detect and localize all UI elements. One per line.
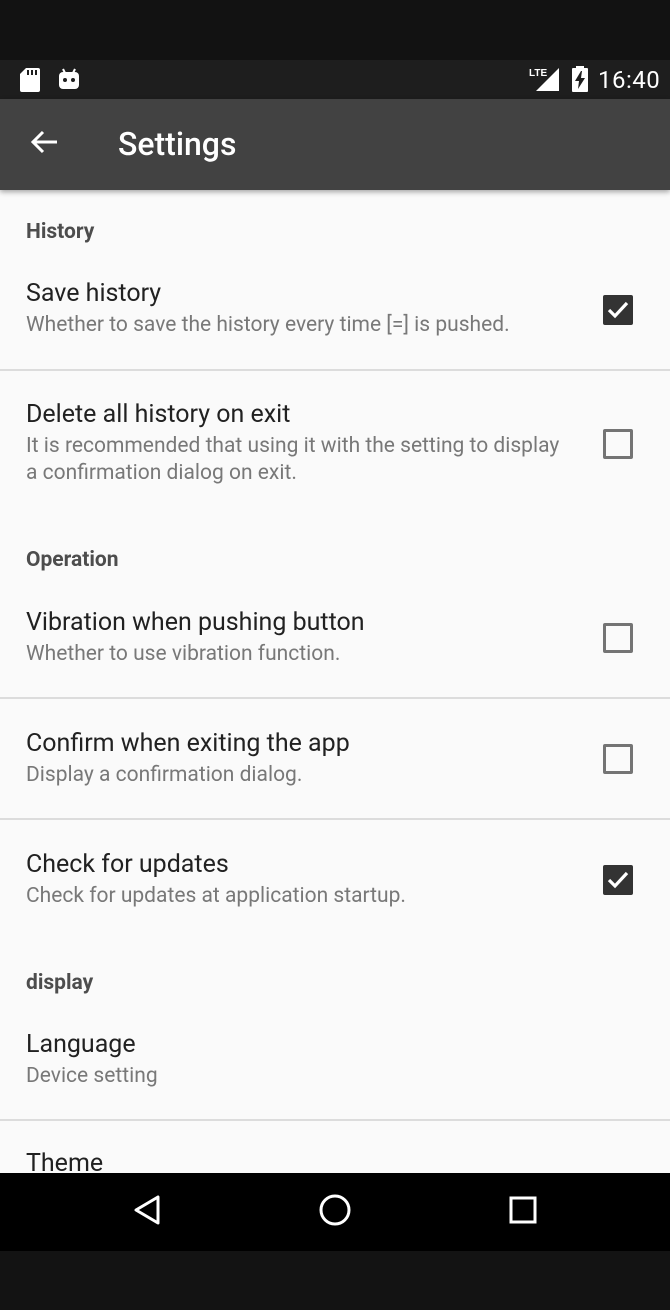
- divider: [0, 697, 670, 699]
- pref-title: Delete all history on exit: [26, 400, 291, 429]
- lte-label: LTE: [529, 68, 547, 79]
- bottom-band: [0, 1251, 670, 1310]
- settings-list[interactable]: History Save history Whether to save the…: [0, 190, 670, 1173]
- pref-vibration[interactable]: Vibration when pushing button Whether to…: [0, 607, 670, 697]
- screen: LTE 16:40 Settings History Save history …: [0, 0, 670, 1310]
- pref-title: Confirm when exiting the app: [26, 729, 350, 758]
- pref-title: Save history: [26, 279, 162, 308]
- save-history-checkbox[interactable]: [603, 295, 633, 325]
- recents-square-icon: [508, 1195, 538, 1229]
- pref-summary: Check for updates at application startup…: [26, 884, 406, 908]
- battery-charging-icon: [571, 66, 589, 96]
- pref-summary: Whether to save the history every time […: [26, 313, 510, 337]
- page-title: Settings: [118, 125, 237, 163]
- pref-summary: It is recommended that using it with the…: [26, 434, 560, 485]
- confirm-exit-checkbox[interactable]: [603, 744, 633, 774]
- category-operation: Operation: [26, 548, 119, 572]
- pref-title: Theme: [26, 1149, 104, 1173]
- back-button[interactable]: [16, 119, 72, 169]
- app-toolbar: Settings: [0, 99, 670, 190]
- category-display: display: [26, 971, 94, 995]
- pref-check-updates[interactable]: Check for updates Check for updates at a…: [0, 849, 670, 939]
- pref-save-history[interactable]: Save history Whether to save the history…: [0, 278, 670, 368]
- pref-language[interactable]: Language Device setting: [0, 1029, 670, 1119]
- check-updates-checkbox[interactable]: [603, 865, 633, 895]
- pref-confirm-exit[interactable]: Confirm when exiting the app Display a c…: [0, 728, 670, 818]
- pref-summary: Device setting: [26, 1064, 158, 1088]
- delete-history-checkbox[interactable]: [603, 429, 633, 459]
- nav-home-button[interactable]: [315, 1192, 355, 1232]
- nav-back-button[interactable]: [127, 1192, 167, 1232]
- lte-signal-icon: LTE: [528, 66, 560, 96]
- pref-delete-history-on-exit[interactable]: Delete all history on exit It is recomme…: [0, 399, 670, 509]
- divider: [0, 369, 670, 371]
- android-icon: [58, 68, 80, 94]
- divider: [0, 818, 670, 820]
- pref-title: Vibration when pushing button: [26, 608, 365, 637]
- pref-theme[interactable]: Theme: [0, 1148, 670, 1173]
- pref-title: Language: [26, 1030, 136, 1059]
- status-bar: LTE 16:40: [0, 60, 670, 99]
- divider: [0, 1119, 670, 1121]
- arrow-back-icon: [30, 130, 58, 158]
- pref-summary: Display a confirmation dialog.: [26, 763, 303, 787]
- sd-card-icon: [20, 68, 40, 96]
- top-band: [0, 0, 670, 60]
- check-icon: [607, 301, 629, 319]
- navigation-bar: [0, 1173, 670, 1251]
- category-history: History: [26, 220, 95, 244]
- vibration-checkbox[interactable]: [603, 623, 633, 653]
- pref-title: Check for updates: [26, 850, 229, 879]
- home-circle-icon: [318, 1193, 352, 1231]
- check-icon: [607, 871, 629, 889]
- pref-summary: Whether to use vibration function.: [26, 642, 341, 666]
- back-triangle-icon: [132, 1194, 162, 1230]
- status-time: 16:40: [598, 66, 661, 94]
- nav-recents-button[interactable]: [503, 1192, 543, 1232]
